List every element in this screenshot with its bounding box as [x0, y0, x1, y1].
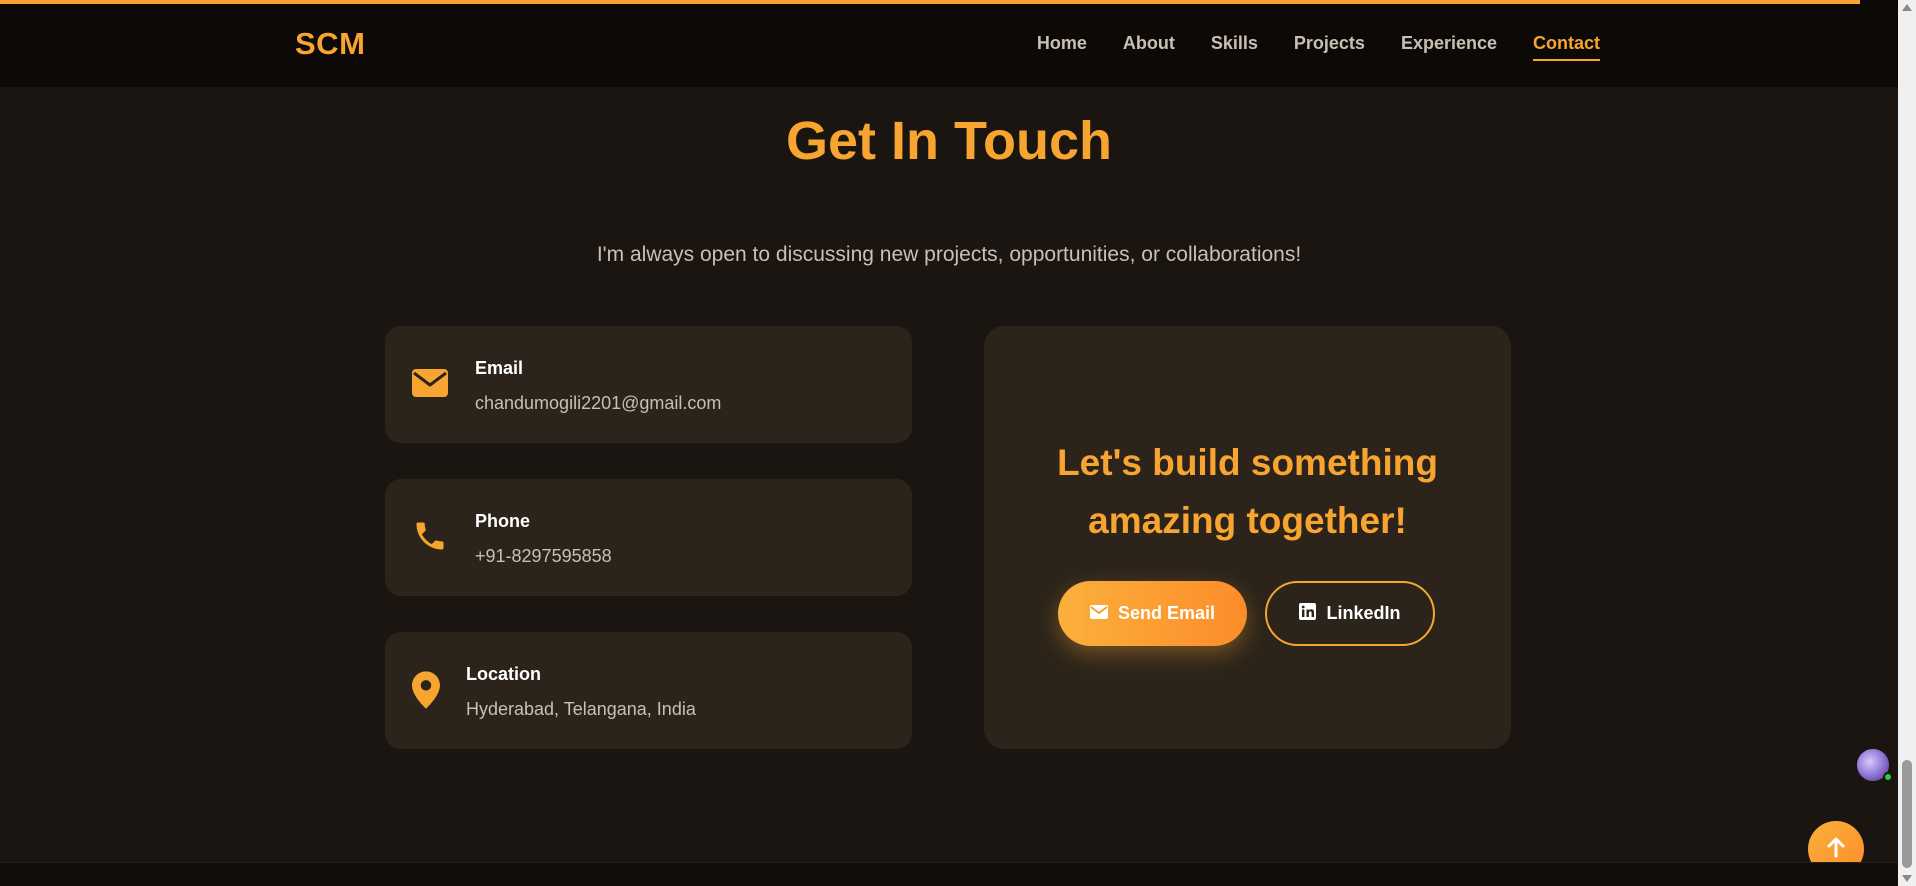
scrollbar-thumb[interactable] — [1902, 760, 1912, 868]
online-status-dot — [1883, 772, 1893, 782]
location-label: Location — [466, 664, 541, 684]
email-card: Email chandumogili2201@gmail.com — [385, 326, 912, 443]
section-subtitle: I'm always open to discussing new projec… — [596, 243, 1302, 266]
phone-value[interactable]: +91-8297595858 — [475, 546, 612, 567]
brand-logo[interactable]: SCM — [295, 26, 365, 62]
phone-icon — [411, 517, 449, 555]
location-value: Hyderabad, Telangana, India — [466, 699, 696, 719]
phone-label: Phone — [475, 511, 531, 531]
navbar: SCM Home About Skills Projects Experienc… — [0, 0, 1898, 87]
send-email-button[interactable]: Send Email — [1058, 581, 1247, 646]
linkedin-button[interactable]: LinkedIn — [1265, 581, 1435, 646]
nav-link-projects[interactable]: Projects — [1294, 33, 1365, 61]
scroll-down-arrow-icon[interactable] — [1902, 875, 1912, 882]
scroll-progress-fill — [0, 0, 1861, 4]
linkedin-label: LinkedIn — [1326, 603, 1401, 623]
linkedin-icon — [1299, 602, 1317, 625]
envelope-icon — [411, 368, 449, 398]
cta-title-line2: amazing together! — [1088, 500, 1407, 541]
nav-link-about[interactable]: About — [1123, 33, 1175, 61]
nav-link-home[interactable]: Home — [1037, 33, 1087, 61]
scroll-progress-bar — [0, 0, 1898, 4]
nav-link-skills[interactable]: Skills — [1211, 33, 1258, 61]
envelope-icon — [1089, 603, 1108, 624]
scroll-up-arrow-icon[interactable] — [1902, 4, 1912, 11]
nav-link-contact[interactable]: Contact — [1533, 33, 1600, 61]
location-card: Location Hyderabad, Telangana, India — [385, 632, 912, 749]
arrow-up-icon — [1826, 836, 1846, 863]
cta-title: Let's build something amazing together! — [984, 434, 1511, 550]
email-value[interactable]: chandumogili2201@gmail.com — [475, 393, 721, 414]
nav-links: Home About Skills Projects Experience Co… — [1037, 33, 1600, 61]
cta-card: Let's build something amazing together! … — [984, 326, 1511, 749]
send-email-label: Send Email — [1117, 603, 1216, 623]
nav-link-experience[interactable]: Experience — [1401, 33, 1497, 61]
email-label: Email — [475, 358, 524, 378]
page: SCM Home About Skills Projects Experienc… — [0, 0, 1916, 886]
cta-title-line1: Let's build something — [1057, 442, 1438, 483]
page-scrollbar[interactable] — [1898, 0, 1916, 886]
footer-edge — [0, 862, 1898, 886]
section-title: Get In Touch — [786, 111, 1112, 171]
phone-card: Phone +91-8297595858 — [385, 479, 912, 596]
map-pin-icon — [411, 670, 441, 710]
